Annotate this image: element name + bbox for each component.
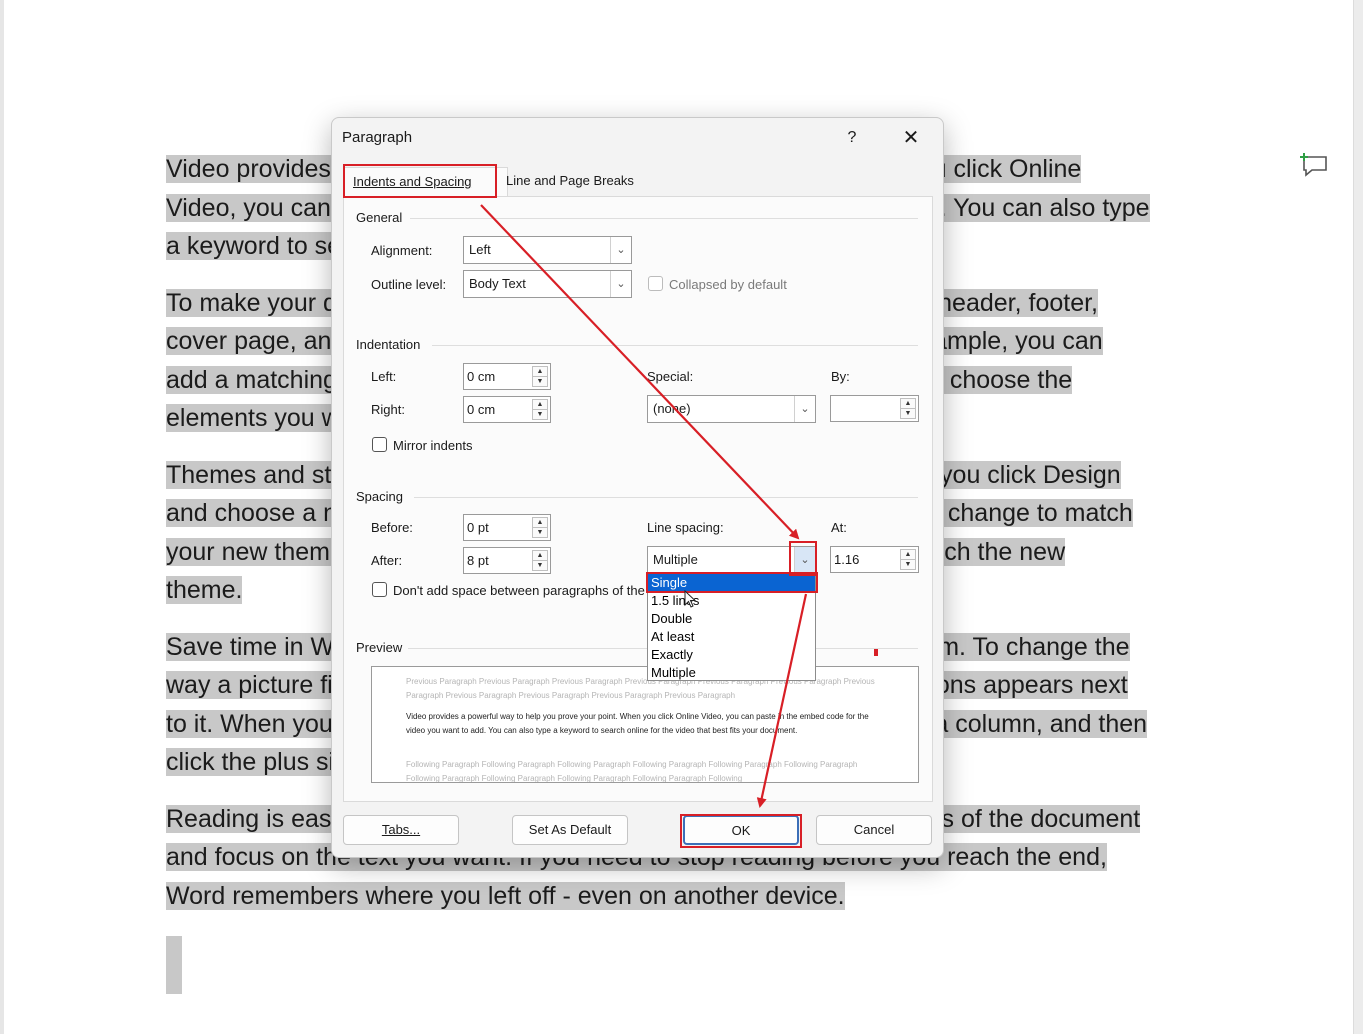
at-spinner[interactable]: 1.16 ▲ ▼ (830, 546, 919, 573)
preview-box: Previous Paragraph Previous Paragraph Pr… (371, 666, 919, 783)
outline-level-select[interactable]: Body Text ⌄ (463, 270, 632, 298)
line-spacing-option[interactable]: Double (648, 610, 815, 628)
spacing-after-spinner[interactable]: 8 pt ▲ ▼ (463, 547, 551, 574)
spacing-before-spinner[interactable]: 0 pt ▲ ▼ (463, 514, 551, 541)
general-heading: General (356, 210, 403, 225)
indent-right-label: Right: (371, 402, 405, 417)
spin-down-icon[interactable]: ▼ (900, 408, 916, 419)
special-select[interactable]: (none) ⌄ (647, 395, 816, 423)
divider (414, 497, 918, 498)
alignment-select[interactable]: Left ⌄ (463, 236, 632, 264)
chevron-down-icon[interactable]: ⌄ (610, 237, 631, 263)
text-line: theme. (166, 576, 243, 604)
indent-left-value: 0 cm (467, 369, 496, 384)
line-spacing-label: Line spacing: (647, 520, 724, 535)
indent-left-label: Left: (371, 369, 397, 384)
at-value: 1.16 (834, 552, 860, 567)
tab-line-and-page-breaks[interactable]: Line and Page Breaks (498, 167, 642, 195)
mirror-indents-checkbox[interactable] (372, 437, 387, 452)
new-comment-icon[interactable] (1300, 151, 1330, 177)
paragraph-dialog: Paragraph ? ✕ Indents and Spacing Line a… (331, 117, 944, 858)
tab-label: Line and Page Breaks (506, 173, 634, 188)
button-label: Cancel (853, 822, 895, 837)
spin-down-icon[interactable]: ▼ (532, 560, 548, 571)
button-label: Tabs... (381, 822, 421, 837)
spacing-before-value: 0 pt (467, 520, 489, 535)
outline-level-label: Outline level: (371, 277, 447, 292)
spacing-after-value: 8 pt (467, 553, 489, 568)
close-button[interactable]: ✕ (898, 126, 924, 150)
line-spacing-option[interactable]: Single (648, 574, 815, 592)
page-left-edge (0, 0, 4, 1034)
spin-down-icon[interactable]: ▼ (532, 527, 548, 538)
line-spacing-dropdown[interactable]: Single 1.5 lines Double At least Exactly… (647, 573, 816, 681)
alignment-value: Left (469, 242, 491, 257)
line-spacing-option[interactable]: 1.5 lines (648, 592, 815, 610)
tabs-button[interactable]: Tabs... (343, 815, 459, 845)
divider (432, 345, 918, 346)
cancel-button[interactable]: Cancel (816, 815, 932, 845)
by-label: By: (831, 369, 850, 384)
indentation-heading: Indentation (356, 337, 421, 352)
collapsed-by-default-label: Collapsed by default (669, 277, 787, 292)
special-value: (none) (653, 401, 691, 416)
scrollbar-track[interactable] (1353, 0, 1363, 1034)
set-as-default-button[interactable]: Set As Default (512, 815, 628, 845)
help-button[interactable]: ? (840, 126, 864, 150)
special-label: Special: (647, 369, 694, 384)
spacing-before-label: Before: (371, 520, 413, 535)
text-line: Word remembers where you left off - even… (166, 881, 845, 910)
spin-down-icon[interactable]: ▼ (900, 559, 916, 570)
spacing-after-label: After: (371, 553, 403, 568)
line-spacing-option[interactable]: Exactly (648, 646, 815, 664)
chevron-down-icon[interactable]: ⌄ (610, 271, 631, 297)
line-spacing-option[interactable]: At least (648, 628, 815, 646)
spacing-heading: Spacing (356, 489, 403, 504)
spin-down-icon[interactable]: ▼ (532, 376, 548, 387)
at-label: At: (831, 520, 847, 535)
mirror-indents-label: Mirror indents (393, 438, 473, 453)
preview-sample-text: Video provides a powerful way to help yo… (406, 712, 869, 735)
line-spacing-option[interactable]: Multiple (648, 664, 815, 682)
divider (410, 218, 918, 219)
button-label: OK (731, 823, 751, 838)
preview-heading: Preview (356, 640, 403, 655)
chevron-down-icon[interactable]: ⌄ (794, 396, 815, 422)
dont-add-space-checkbox[interactable] (372, 582, 387, 597)
tab-label: Indents and Spacing (353, 174, 472, 189)
chevron-down-icon[interactable]: ⌄ (794, 547, 815, 573)
indent-right-value: 0 cm (467, 402, 496, 417)
ok-button[interactable]: OK (683, 815, 799, 845)
button-label: Set As Default (528, 822, 612, 837)
line-spacing-value: Multiple (653, 552, 698, 567)
selection-end-marker (166, 936, 182, 994)
collapsed-by-default-checkbox[interactable] (648, 276, 663, 291)
indent-left-spinner[interactable]: 0 cm ▲ ▼ (463, 363, 551, 390)
dialog-title: Paragraph (342, 129, 413, 146)
tab-indents-and-spacing[interactable]: Indents and Spacing (344, 167, 508, 196)
indent-right-spinner[interactable]: 0 cm ▲ ▼ (463, 396, 551, 423)
spin-down-icon[interactable]: ▼ (532, 409, 548, 420)
alignment-label: Alignment: (371, 243, 433, 258)
line-spacing-select[interactable]: Multiple ⌄ (647, 546, 816, 574)
preview-following-text: Following Paragraph Following Paragraph … (406, 760, 858, 783)
mouse-pointer-icon (684, 590, 697, 608)
outline-level-value: Body Text (469, 276, 526, 291)
by-spinner[interactable]: ▲ ▼ (830, 395, 919, 422)
